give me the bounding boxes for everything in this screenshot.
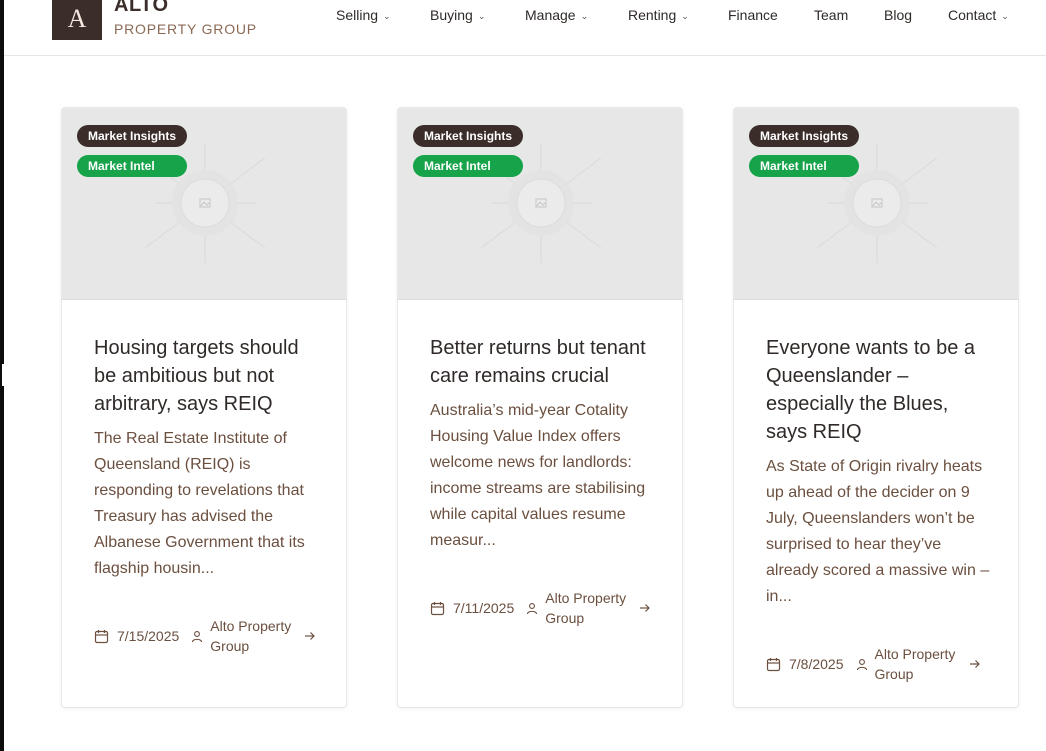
calendar-icon xyxy=(430,601,445,615)
arrow-right-icon[interactable] xyxy=(969,658,981,670)
post-date: 7/15/2025 xyxy=(117,628,180,644)
post-author[interactable]: Alto Property Group xyxy=(210,616,300,656)
tag-badge[interactable]: Market Intel xyxy=(749,155,859,177)
category-badge[interactable]: Market Insights xyxy=(413,125,524,147)
post-meta: 7/8/2025 Alto Property Group xyxy=(766,644,981,684)
post-title[interactable]: Everyone wants to be a Queenslander – es… xyxy=(766,334,991,446)
chevron-down-icon: ⌄ xyxy=(1001,10,1009,21)
nav-label: Selling xyxy=(336,7,379,23)
calendar-icon xyxy=(94,629,109,643)
chevron-down-icon: ⌄ xyxy=(383,10,391,21)
post-date: 7/11/2025 xyxy=(453,600,515,616)
user-icon xyxy=(856,658,867,670)
edge-notch xyxy=(0,364,4,386)
post-meta: 7/11/2025 Alto Property Group xyxy=(430,588,651,628)
nav-label: Finance xyxy=(728,7,778,23)
post-author[interactable]: Alto Property Group xyxy=(875,644,965,684)
arrow-right-icon[interactable] xyxy=(639,602,651,614)
site-header: A ALTO PROPERTY GROUP Selling ⌄ Buying ⌄… xyxy=(4,0,1046,56)
nav-item-contact[interactable]: Contact ⌄ xyxy=(948,7,1009,23)
blog-card[interactable]: Market Insights Market Intel Everyone wa… xyxy=(733,107,1019,708)
nav-item-buying[interactable]: Buying ⌄ xyxy=(430,7,485,23)
left-window-edge xyxy=(0,0,4,751)
category-badge[interactable]: Market Insights xyxy=(749,125,860,147)
user-icon xyxy=(527,602,538,614)
nav-item-blog[interactable]: Blog xyxy=(884,7,912,23)
chevron-down-icon: ⌄ xyxy=(681,10,689,21)
chevron-down-icon: ⌄ xyxy=(477,10,486,21)
nav-label: Contact xyxy=(948,7,997,23)
user-icon xyxy=(192,630,203,642)
post-author[interactable]: Alto Property Group xyxy=(545,588,635,628)
nav-item-selling[interactable]: Selling ⌄ xyxy=(336,7,391,23)
post-thumbnail[interactable]: Market Insights Market Intel xyxy=(62,108,346,300)
post-excerpt: Australia’s mid-year Cotality Housing Va… xyxy=(430,402,646,549)
post-excerpt: The Real Estate Institute of Queensland … xyxy=(94,430,305,577)
tag-badge[interactable]: Market Intel xyxy=(413,155,523,177)
post-thumbnail[interactable]: Market Insights Market Intel xyxy=(734,108,1018,300)
calendar-icon xyxy=(766,657,781,671)
nav-label: Renting xyxy=(628,7,677,23)
nav-label: Manage xyxy=(525,7,576,23)
post-meta: 7/15/2025 Alto Property Group xyxy=(94,616,316,656)
nav-label: Buying xyxy=(430,7,473,23)
nav-item-finance[interactable]: Finance xyxy=(728,7,778,23)
nav-item-team[interactable]: Team xyxy=(814,7,848,23)
post-title[interactable]: Housing targets should be ambitious but … xyxy=(94,334,319,418)
post-thumbnail[interactable]: Market Insights Market Intel xyxy=(398,108,682,300)
post-date: 7/8/2025 xyxy=(789,656,844,672)
category-badge[interactable]: Market Insights xyxy=(77,125,188,147)
arrow-right-icon[interactable] xyxy=(304,630,316,642)
nav-item-manage[interactable]: Manage ⌄ xyxy=(525,7,588,23)
blog-card[interactable]: Market Insights Market Intel Better retu… xyxy=(397,107,683,708)
tag-badge[interactable]: Market Intel xyxy=(77,155,187,177)
chevron-down-icon: ⌄ xyxy=(580,10,589,21)
nav-item-renting[interactable]: Renting ⌄ xyxy=(628,7,689,23)
main-nav: Selling ⌄ Buying ⌄ Manage ⌄ Renting ⌄ Fi… xyxy=(4,0,1046,32)
blog-card[interactable]: Market Insights Market Intel Housing tar… xyxy=(61,107,347,708)
post-excerpt: As State of Origin rivalry heats up ahea… xyxy=(766,458,990,605)
nav-label: Blog xyxy=(884,7,913,23)
nav-label: Team xyxy=(814,7,849,23)
post-title[interactable]: Better returns but tenant care remains c… xyxy=(430,334,655,390)
